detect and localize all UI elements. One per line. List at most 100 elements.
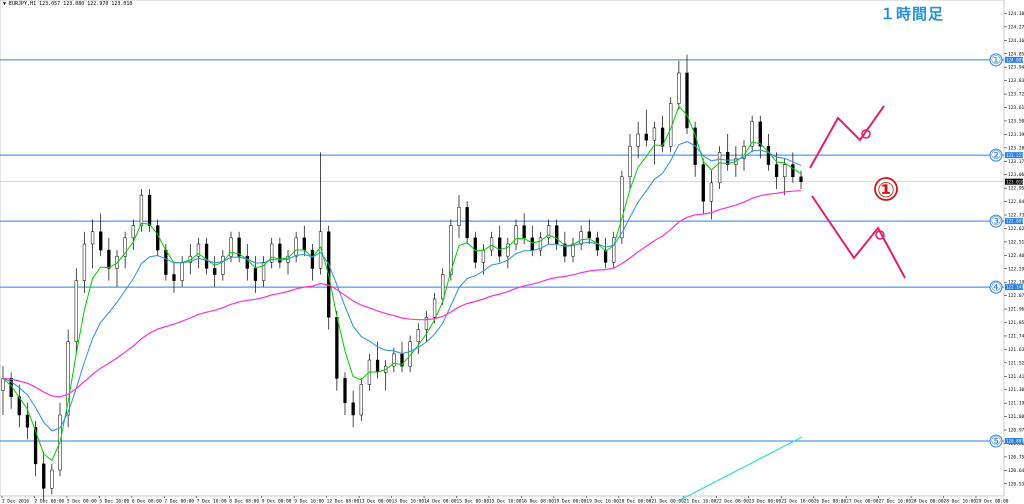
x-tick-label: 20 Dec 08:00	[619, 499, 652, 504]
trend-line	[679, 436, 803, 501]
candle-body	[74, 280, 78, 342]
x-tick-label: 13 Dec 16:00	[392, 499, 425, 504]
x-tick-label: 7 Dec 00:00	[164, 499, 194, 504]
candle-body	[245, 255, 249, 269]
y-tick-label: 121.637	[1008, 347, 1024, 353]
x-tick-label: 9 Dec 00:00	[262, 499, 292, 504]
candle-body	[774, 164, 779, 178]
y-tick-label: 121.307	[1008, 387, 1024, 393]
y-tick-label: 124.387	[1008, 11, 1024, 17]
current-price-tag-text: 123.010	[1006, 179, 1024, 184]
y-tick-label: 122.737	[1008, 213, 1024, 219]
candle-body	[335, 317, 339, 379]
candle-body	[644, 133, 648, 141]
candle-body	[579, 231, 583, 245]
y-tick-label: 122.957	[1008, 186, 1024, 192]
candle-body	[310, 249, 315, 269]
x-tick-label: 22 Dec 08:00	[716, 499, 749, 504]
candle-body	[701, 164, 705, 202]
x-tick-label: 5 Dec 00:00	[67, 499, 97, 504]
x-tick-label: 27 Dec 16:00	[879, 499, 912, 504]
candle-body	[799, 176, 803, 182]
level-label-2: ②	[991, 148, 1002, 162]
x-tick-label: 5 Dec 16:00	[99, 499, 129, 504]
candle-body	[221, 255, 225, 275]
y-tick-label: 121.857	[1008, 320, 1024, 326]
candle-body	[107, 249, 111, 269]
x-tick-label: 23 Dec 00:00	[749, 499, 782, 504]
x-tick-label: 2 Dec 2016	[2, 499, 29, 504]
x-tick-label: 13 Dec 00:00	[359, 499, 392, 504]
scenario-down-path	[811, 195, 906, 279]
candle-body	[587, 231, 591, 239]
y-tick-label: 121.967	[1008, 307, 1024, 313]
x-tick-label: 28 Dec 16:00	[944, 499, 977, 504]
x-tick-label: 26 Dec 08:00	[814, 499, 847, 504]
candle-body	[147, 194, 152, 226]
y-tick-label: 122.297	[1008, 266, 1024, 272]
y-tick-label: 123.397	[1008, 132, 1024, 138]
x-tick-label: 21 Dec 16:00	[684, 499, 717, 504]
candle-body	[636, 133, 640, 147]
price-chart[interactable]: 124.387 124.277 124.167 124.057 123.947 123.8…	[0, 0, 1024, 504]
y-tick-label: 120.977	[1008, 428, 1024, 434]
x-tick-label: 16 Dec 08:00	[521, 499, 554, 504]
x-tick-label: 8 Dec 08:00	[229, 499, 259, 504]
x-tick-label: 12 Dec 08:00	[327, 499, 360, 504]
y-tick-label: 122.407	[1008, 253, 1024, 259]
y-tick-label: 122.517	[1008, 239, 1024, 245]
level-price-tag-text-1: 124.007	[1006, 57, 1024, 62]
x-tick-label: 15 Dec 00:00	[457, 499, 490, 504]
candle-body	[465, 207, 469, 239]
candle-body	[139, 194, 144, 226]
candle-body	[213, 268, 217, 275]
candle-body	[82, 243, 87, 281]
y-tick-label: 120.537	[1008, 481, 1024, 487]
candle-body	[603, 249, 608, 263]
candle-body	[294, 237, 298, 257]
y-tick-label: 121.527	[1008, 360, 1024, 366]
x-tick-label: 27 Dec 00:00	[846, 499, 879, 504]
y-tick-label: 123.947	[1008, 65, 1024, 71]
candle-body	[172, 274, 176, 281]
candle-body	[717, 152, 722, 184]
candle-body	[131, 225, 135, 239]
candle-body	[204, 243, 209, 269]
level-price-tag-text-2: 123.227	[1006, 153, 1024, 158]
level-label-5: ⑤	[991, 434, 1002, 448]
chart-window[interactable]: 124.387 124.277 124.167 124.057 123.947 123.8…	[0, 0, 1024, 504]
level-label-1: ①	[991, 53, 1002, 67]
candle-body	[783, 164, 787, 178]
candle-body	[555, 225, 559, 245]
candle-body	[99, 231, 103, 251]
y-tick-label: 121.747	[1008, 333, 1024, 339]
candle-body	[253, 268, 258, 281]
candle-body	[652, 127, 657, 141]
y-tick-label: 122.627	[1008, 226, 1024, 232]
y-tick-label: 122.847	[1008, 199, 1024, 205]
y-tick-label: 123.837	[1008, 78, 1024, 84]
x-tick-label: 19 Dec 16:00	[586, 499, 619, 504]
y-tick-label: 123.177	[1008, 159, 1024, 165]
x-tick-label: 21 Dec 00:00	[651, 499, 684, 504]
candle-body	[457, 207, 461, 226]
x-tick-label: 28 Dec 08:00	[911, 499, 944, 504]
candle-body	[42, 463, 46, 489]
x-tick-label: 9 Dec 16:00	[294, 499, 324, 504]
candle-body	[50, 469, 54, 489]
x-tick-label: 14 Dec 08:00	[424, 499, 457, 504]
level-price-tag-text-3: 122.687	[1006, 219, 1024, 224]
candle-body	[441, 274, 445, 300]
y-tick-label: 123.727	[1008, 92, 1024, 98]
y-tick-label: 121.087	[1008, 414, 1024, 420]
x-tick-label: 29 Dec 08:00	[976, 499, 1009, 504]
candle-body	[522, 225, 526, 239]
candle-body	[25, 414, 30, 428]
y-tick-label: 121.197	[1008, 401, 1024, 407]
candle-body	[432, 298, 437, 318]
x-tick-label: 15 Dec 16:00	[489, 499, 522, 504]
x-tick-label: 2 Dec 08:00	[34, 499, 64, 504]
scenario-up-path	[809, 105, 885, 169]
y-tick-label: 120.757	[1008, 454, 1024, 460]
y-tick-label: 122.077	[1008, 293, 1024, 299]
